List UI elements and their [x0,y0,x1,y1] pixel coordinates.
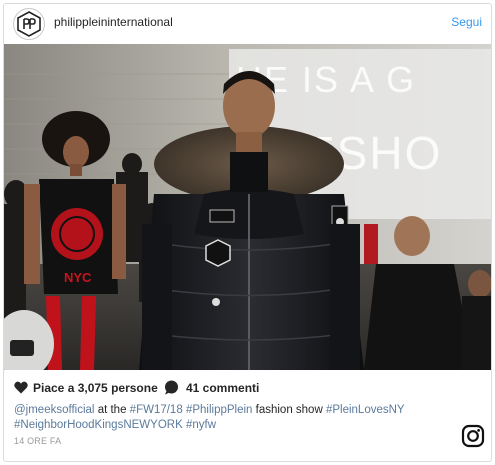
comments-count[interactable]: 41 commenti [186,381,259,395]
instagram-icon[interactable] [461,424,485,448]
runway-photo-illustration: HE IS A G ESHO NYC [4,44,491,370]
caption-hashtag-nyfw[interactable]: #nyfw [186,419,216,431]
heart-icon[interactable] [14,381,28,394]
profile-avatar[interactable] [13,8,45,40]
caption-hashtag-philippplein[interactable]: #PhilippPlein [186,404,253,416]
caption-text-at: at the [94,404,130,416]
post-header: philippleininternational Segui [4,4,491,44]
caption-text-show: fashion show [252,404,326,416]
caption-hashtag-fw[interactable]: #FW17/18 [130,404,183,416]
philipp-plein-logo-icon [17,11,41,37]
shirt-text: NYC [64,270,92,285]
post-actions: Piace a 3,075 persone 41 commenti [4,378,491,398]
likes-count[interactable]: Piace a 3,075 persone [33,381,158,395]
post-timestamp: 14 ORE FA [14,436,62,446]
post-caption: @jmeeksofficial at the #FW17/18 #Philipp… [14,403,454,433]
caption-hashtag-pleinlovesny[interactable]: #PleinLovesNY [326,404,405,416]
caption-hashtag-neighborhoodkings[interactable]: #NeighborHoodKingsNEWYORK [14,419,183,431]
caption-mention[interactable]: @jmeeksofficial [14,404,95,416]
comment-bubble-icon[interactable] [164,380,179,395]
post-username[interactable]: philippleininternational [54,15,173,29]
post-photo[interactable]: HE IS A G ESHO NYC [4,44,491,370]
follow-button[interactable]: Segui [451,15,482,29]
instagram-post-card: philippleininternational Segui HE IS A G… [3,3,492,462]
